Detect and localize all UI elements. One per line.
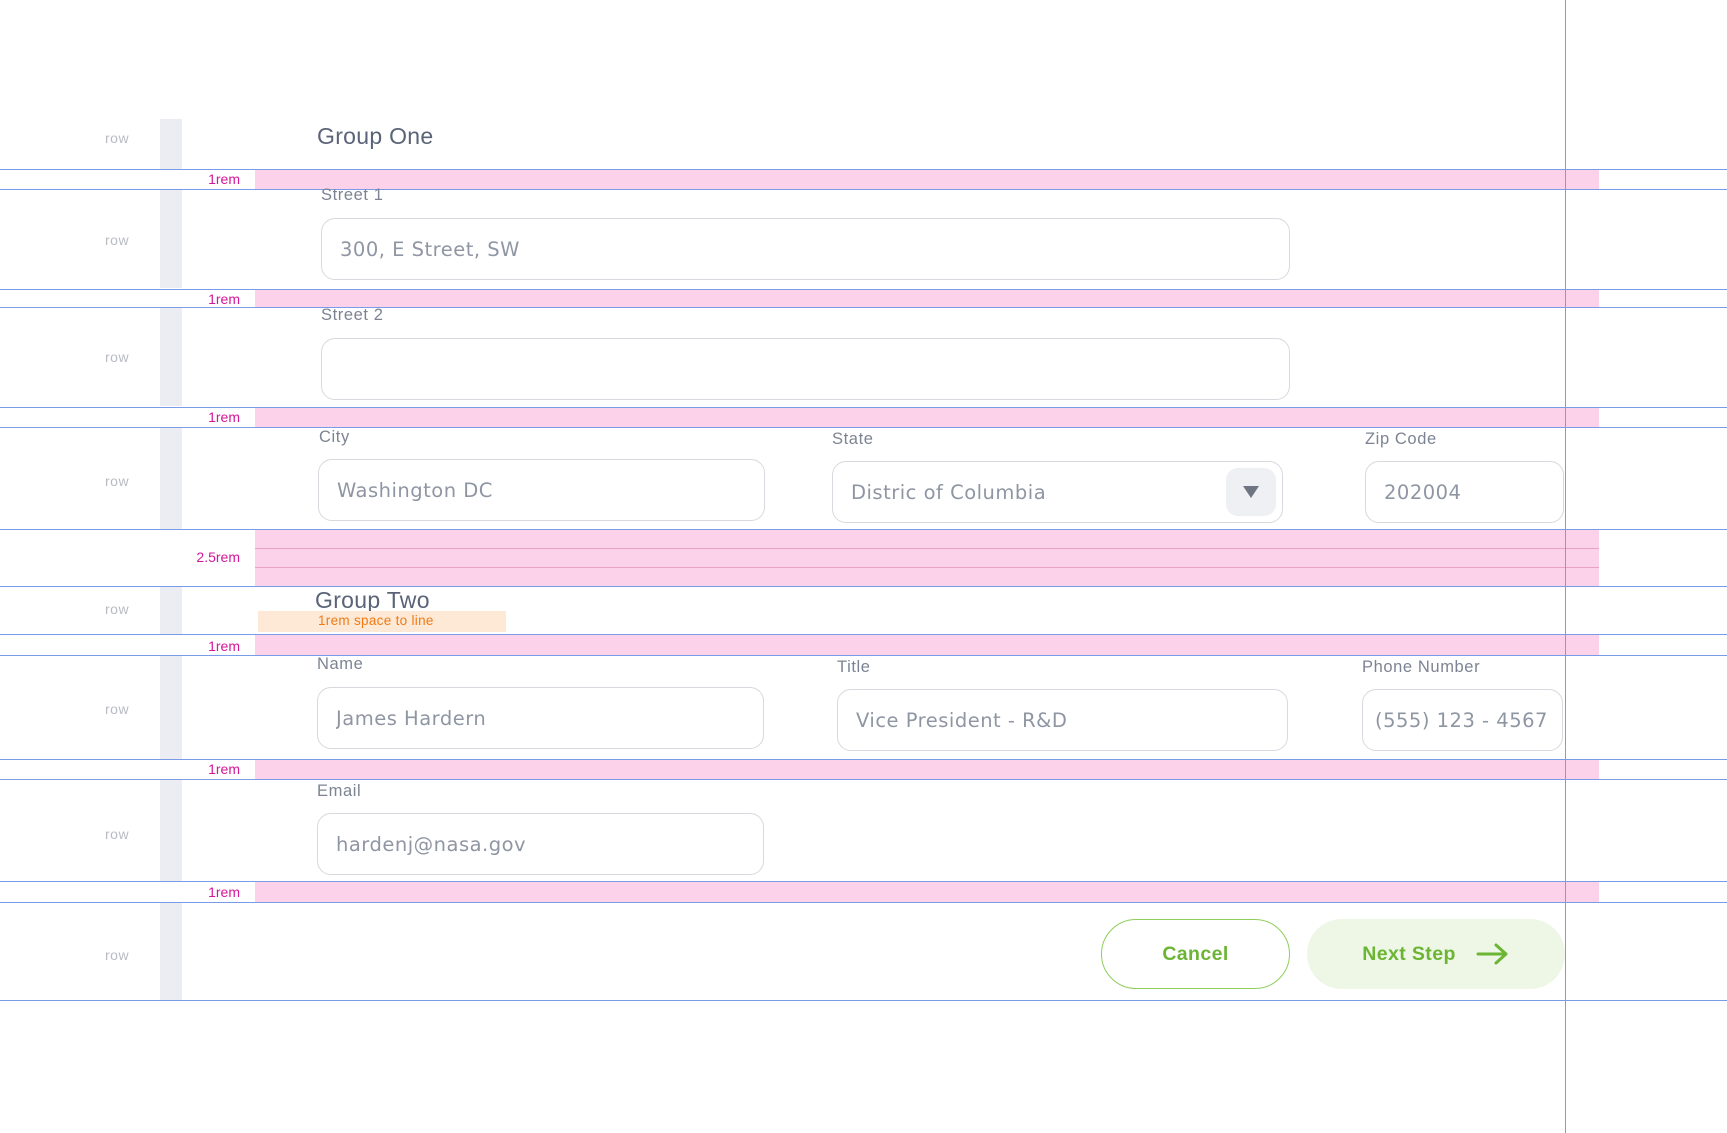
spacing-gap — [255, 760, 1599, 779]
guide-line — [0, 586, 1727, 587]
email-label: Email — [317, 782, 362, 800]
row-bar — [160, 308, 182, 406]
title-label: Title — [837, 658, 871, 676]
row-label: row — [105, 130, 130, 146]
city-label: City — [319, 428, 350, 446]
spacing-gap-large — [255, 530, 1599, 586]
guide-line — [0, 529, 1727, 530]
phone-input[interactable] — [1375, 708, 1550, 732]
city-input[interactable] — [337, 478, 746, 502]
spacing-gap — [255, 170, 1599, 189]
zip-label: Zip Code — [1365, 430, 1437, 448]
row-bar — [160, 780, 182, 881]
spacing-gap — [255, 882, 1599, 902]
guide-line — [0, 759, 1727, 760]
state-label: State — [832, 430, 874, 448]
next-step-button[interactable]: Next Step — [1307, 919, 1565, 989]
street1-label: Street 1 — [321, 186, 384, 204]
spacing-gap — [255, 635, 1599, 655]
gap-divider — [255, 548, 1599, 549]
gap-divider — [255, 567, 1599, 568]
title-field[interactable] — [837, 689, 1288, 751]
gap-label: 2.5rem — [196, 549, 240, 565]
phone-label: Phone Number — [1362, 658, 1481, 676]
row-bar — [160, 587, 182, 634]
row-label: row — [105, 701, 130, 717]
spacing-gap — [255, 290, 1599, 308]
guide-line-vertical — [1565, 0, 1566, 1133]
street1-input[interactable] — [340, 237, 1271, 261]
title-input[interactable] — [856, 708, 1269, 732]
name-label: Name — [317, 655, 364, 673]
triangle-down-icon — [1243, 486, 1259, 498]
guide-line — [0, 307, 1727, 308]
street2-input[interactable] — [340, 357, 1271, 381]
row-label: row — [105, 947, 130, 963]
row-label: row — [105, 601, 130, 617]
gap-label: 1rem — [208, 409, 240, 425]
row-bar — [160, 902, 182, 1001]
state-select[interactable]: Distric of Columbia — [832, 461, 1283, 523]
group-one-title: Group One — [317, 123, 434, 149]
city-field[interactable] — [318, 459, 765, 521]
gap-label: 1rem — [208, 291, 240, 307]
street1-field[interactable] — [321, 218, 1290, 280]
row-label: row — [105, 349, 130, 365]
street2-label: Street 2 — [321, 306, 384, 324]
gap-label: 1rem — [208, 171, 240, 187]
row-label: row — [105, 232, 130, 248]
state-selected-value: Distric of Columbia — [851, 480, 1047, 504]
guide-line — [0, 169, 1727, 170]
name-field[interactable] — [317, 687, 764, 749]
phone-field[interactable] — [1362, 689, 1563, 751]
group-two-title: Group Two — [315, 587, 430, 613]
guide-line — [0, 189, 1727, 190]
cancel-button-label: Cancel — [1162, 942, 1229, 965]
gap-label: 1rem — [208, 638, 240, 654]
guide-line — [0, 779, 1727, 780]
zip-input[interactable] — [1384, 480, 1545, 504]
gap-label: 1rem — [208, 884, 240, 900]
email-field[interactable] — [317, 813, 764, 875]
zip-field[interactable] — [1365, 461, 1564, 523]
guide-line — [0, 655, 1727, 656]
guide-line — [0, 881, 1727, 882]
row-bar — [160, 656, 182, 759]
gap-label: 1rem — [208, 761, 240, 777]
row-label: row — [105, 473, 130, 489]
row-bar — [160, 190, 182, 288]
row-label: row — [105, 826, 130, 842]
arrow-right-icon — [1476, 943, 1508, 965]
spacing-gap — [255, 408, 1599, 427]
name-input[interactable] — [336, 706, 745, 730]
row-bar — [160, 428, 182, 529]
row-bar — [160, 119, 182, 169]
next-step-label: Next Step — [1362, 942, 1456, 965]
guide-line — [0, 634, 1727, 635]
guide-line — [0, 289, 1727, 290]
guide-line — [0, 407, 1727, 408]
street2-field[interactable] — [321, 338, 1290, 400]
guide-line — [0, 1000, 1727, 1001]
guide-line — [0, 902, 1727, 903]
cancel-button[interactable]: Cancel — [1101, 919, 1290, 989]
state-dropdown-button[interactable] — [1226, 468, 1276, 516]
email-input[interactable] — [336, 832, 745, 856]
spacing-note-label: 1rem space to line — [318, 613, 434, 628]
guide-line — [0, 427, 1727, 428]
